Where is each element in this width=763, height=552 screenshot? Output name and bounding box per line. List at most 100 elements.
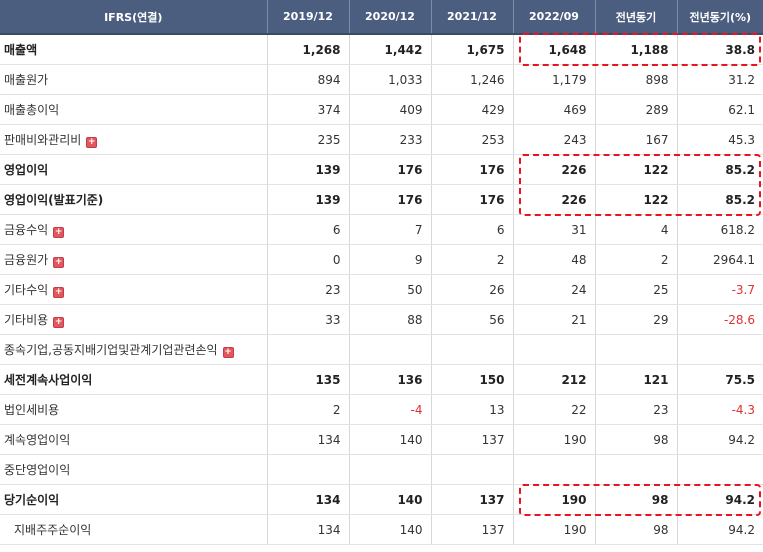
cell-value: 88 <box>407 312 423 327</box>
value-cell: 140 <box>349 514 432 545</box>
value-cell: 75.5 <box>677 364 763 395</box>
cell-value: -4.3 <box>731 402 755 417</box>
cell-value: 409 <box>399 102 423 117</box>
header-prior-year-period: 전년동기 <box>595 0 678 35</box>
value-cell <box>677 454 763 485</box>
cell-value: 140 <box>399 432 423 447</box>
cell-value: 29 <box>653 312 669 327</box>
expand-plus-icon[interactable]: + <box>53 227 65 238</box>
cell-value: 48 <box>571 252 587 267</box>
cell-value: 98 <box>653 432 669 447</box>
value-cell: 33 <box>267 304 350 335</box>
expand-plus-icon[interactable]: + <box>53 257 65 268</box>
value-cell: 139 <box>267 154 350 185</box>
header-prior-year-change-pct: 전년동기(%) <box>677 0 763 35</box>
row-label: 종속기업,공동지배기업및관계기업관련손익 <box>4 343 218 357</box>
value-cell <box>595 454 678 485</box>
value-cell: 374 <box>267 94 350 125</box>
value-cell <box>595 334 678 365</box>
value-cell: 226 <box>513 154 596 185</box>
row-label: 중단영업이익 <box>4 463 71 477</box>
value-cell: 6 <box>431 214 514 245</box>
value-cell: 176 <box>431 184 514 215</box>
value-cell: 139 <box>267 184 350 215</box>
cell-value: 7 <box>414 222 423 237</box>
cell-value: 150 <box>479 372 505 387</box>
row-label-cell: 금융원가 + <box>0 244 268 275</box>
value-cell: 140 <box>349 484 432 515</box>
table-row: 매출원가 894 1,033 1,246 1,179 898 31.2 <box>0 64 763 95</box>
cell-value: 94.2 <box>725 492 755 507</box>
expand-plus-icon[interactable]: + <box>53 287 65 298</box>
table-row: 지배주주순이익 134 140 137 190 98 94.2 <box>0 514 763 545</box>
cell-value: 56 <box>489 312 505 327</box>
table-row: 세전계속사업이익 135 136 150 212 121 75.5 <box>0 364 763 395</box>
cell-value: 2 <box>496 252 505 267</box>
row-label: 매출원가 <box>4 73 49 87</box>
value-cell: 135 <box>267 364 350 395</box>
income-statement-table: IFRS(연결) 2019/12 2020/12 2021/12 2022/09… <box>0 0 763 545</box>
cell-value: 98 <box>651 492 669 507</box>
cell-value: 233 <box>399 132 423 147</box>
value-cell <box>513 334 596 365</box>
value-cell: 134 <box>267 424 350 455</box>
row-label-cell: 영업이익 <box>0 154 268 185</box>
expand-plus-icon[interactable]: + <box>53 317 65 328</box>
cell-value: 894 <box>317 72 341 87</box>
value-cell: 2 <box>267 394 350 425</box>
value-cell: 469 <box>513 94 596 125</box>
value-cell: 31.2 <box>677 64 763 95</box>
value-cell: 13 <box>431 394 514 425</box>
cell-value: 23 <box>325 282 341 297</box>
value-cell: 618.2 <box>677 214 763 245</box>
cell-value: 137 <box>481 522 505 537</box>
cell-value: 85.2 <box>725 192 755 207</box>
row-label: 지배주주순이익 <box>14 523 92 537</box>
header-period-2020: 2020/12 <box>349 0 432 35</box>
row-label: 매출액 <box>4 43 38 57</box>
table-row: 중단영업이익 <box>0 454 763 485</box>
cell-value: 21 <box>571 312 587 327</box>
row-label-cell: 기타수익 + <box>0 274 268 305</box>
cell-value: 137 <box>479 492 505 507</box>
cell-value: 2964.1 <box>713 252 755 267</box>
cell-value: 0 <box>332 252 341 267</box>
value-cell <box>431 334 514 365</box>
value-cell: 134 <box>267 484 350 515</box>
expand-plus-icon[interactable]: + <box>222 347 234 358</box>
row-label-cell: 매출원가 <box>0 64 268 95</box>
row-label-cell: 당기순이익 <box>0 484 268 515</box>
value-cell <box>267 334 350 365</box>
cell-value: 45.3 <box>728 132 755 147</box>
value-cell: 98 <box>595 514 678 545</box>
value-cell: 243 <box>513 124 596 155</box>
header-period-2022-09: 2022/09 <box>513 0 596 35</box>
value-cell: 167 <box>595 124 678 155</box>
value-cell: 894 <box>267 64 350 95</box>
cell-value: 38.8 <box>725 42 755 57</box>
cell-value: 1,188 <box>630 42 669 57</box>
value-cell: 137 <box>431 514 514 545</box>
value-cell <box>349 454 432 485</box>
cell-value: 898 <box>645 72 669 87</box>
value-cell: 6 <box>267 214 350 245</box>
cell-value: 23 <box>653 402 669 417</box>
table-row: 계속영업이익 134 140 137 190 98 94.2 <box>0 424 763 455</box>
value-cell: 23 <box>267 274 350 305</box>
value-cell: 48 <box>513 244 596 275</box>
cell-value: 1,268 <box>302 42 341 57</box>
expand-plus-icon[interactable]: + <box>86 137 98 148</box>
table-row: 판매비와관리비 +235 233 253 243 167 45.3 <box>0 124 763 155</box>
value-cell <box>677 334 763 365</box>
row-label-cell: 영업이익(발표기준) <box>0 184 268 215</box>
row-label: 기타비용 <box>4 313 49 327</box>
cell-value: 429 <box>481 102 505 117</box>
value-cell: 235 <box>267 124 350 155</box>
value-cell: 24 <box>513 274 596 305</box>
cell-value: 121 <box>643 372 669 387</box>
header-period-2019: 2019/12 <box>267 0 350 35</box>
cell-value: 140 <box>399 522 423 537</box>
value-cell: 1,033 <box>349 64 432 95</box>
cell-value: 6 <box>332 222 341 237</box>
cell-value: 135 <box>315 372 341 387</box>
